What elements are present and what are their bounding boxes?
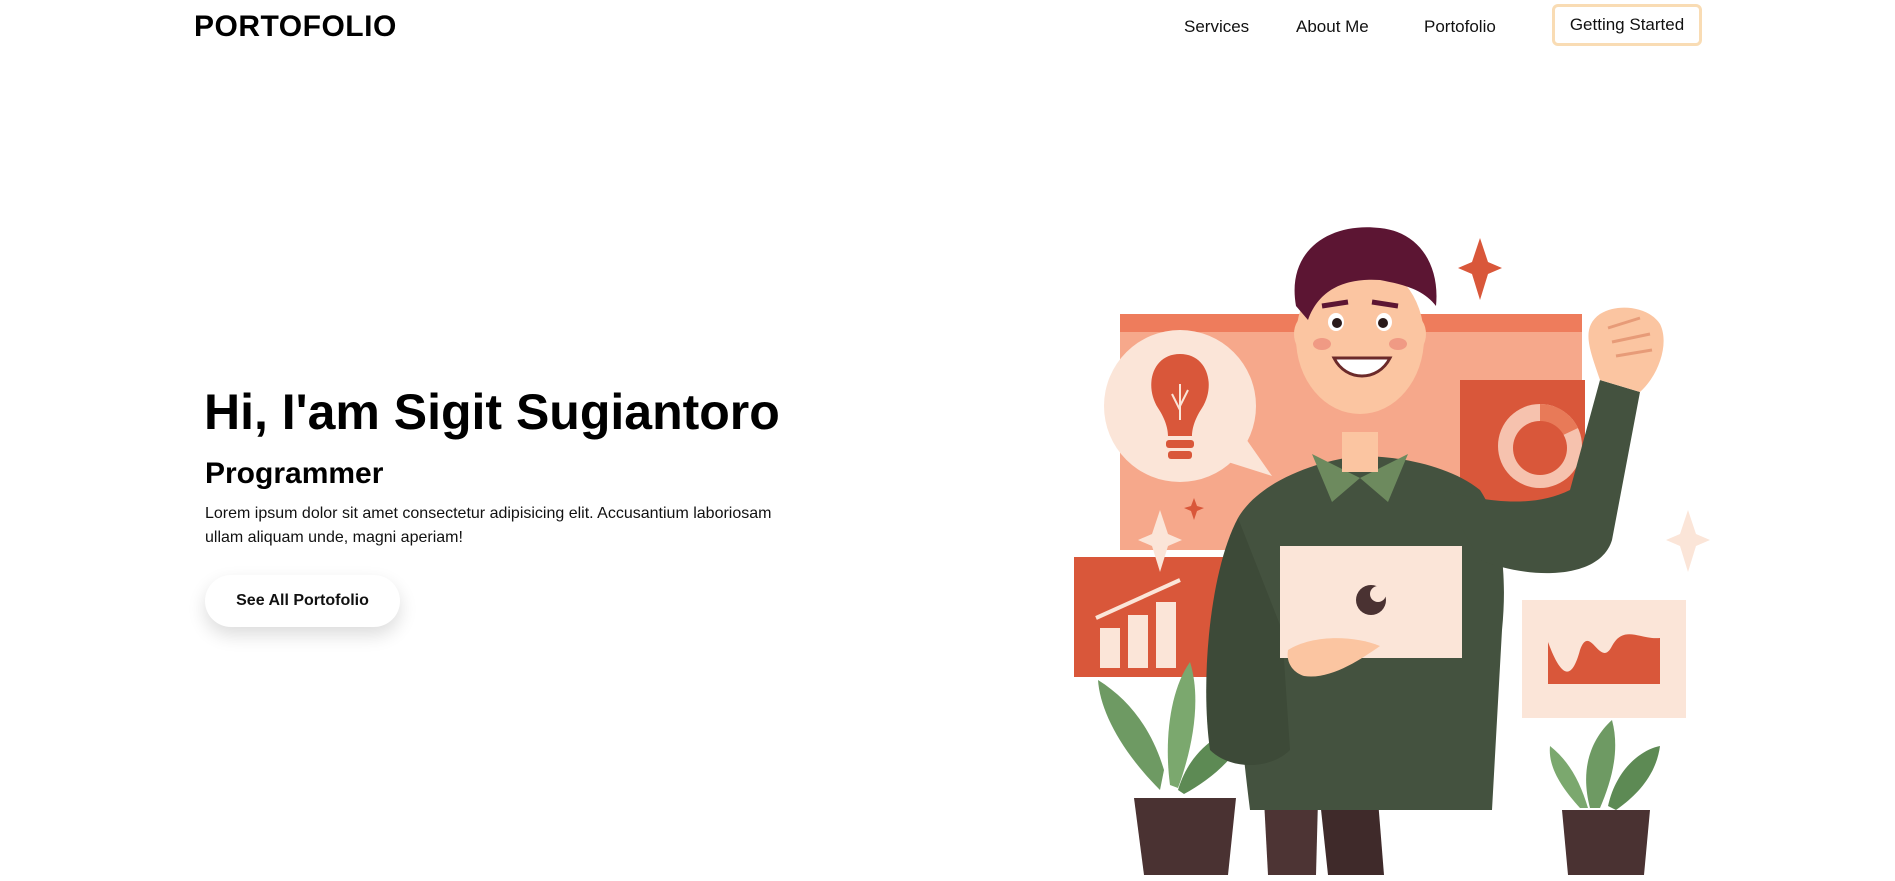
getting-started-button[interactable]: Getting Started <box>1552 4 1702 46</box>
see-all-portofolio-button[interactable]: See All Portofolio <box>205 575 400 627</box>
hero-description: Lorem ipsum dolor sit amet consectetur a… <box>205 505 772 546</box>
hero-title: Hi, I'am Sigit Sugiantoro <box>204 384 780 440</box>
nav-link-services[interactable]: Services <box>1184 16 1249 38</box>
hero-role: Programmer <box>205 457 384 490</box>
hero-illustration <box>1060 210 1710 875</box>
nav-link-portofolio[interactable]: Portofolio <box>1424 16 1496 38</box>
plant-pot-left <box>1134 798 1236 875</box>
navbar: PORTOFOLIO Services About Me Portofolio … <box>0 0 1895 56</box>
page: PORTOFOLIO Services About Me Portofolio … <box>0 0 1895 881</box>
plant-pot-right <box>1562 810 1650 875</box>
nav-link-about-me[interactable]: About Me <box>1296 16 1369 38</box>
brand-logo[interactable]: PORTOFOLIO <box>194 8 397 46</box>
